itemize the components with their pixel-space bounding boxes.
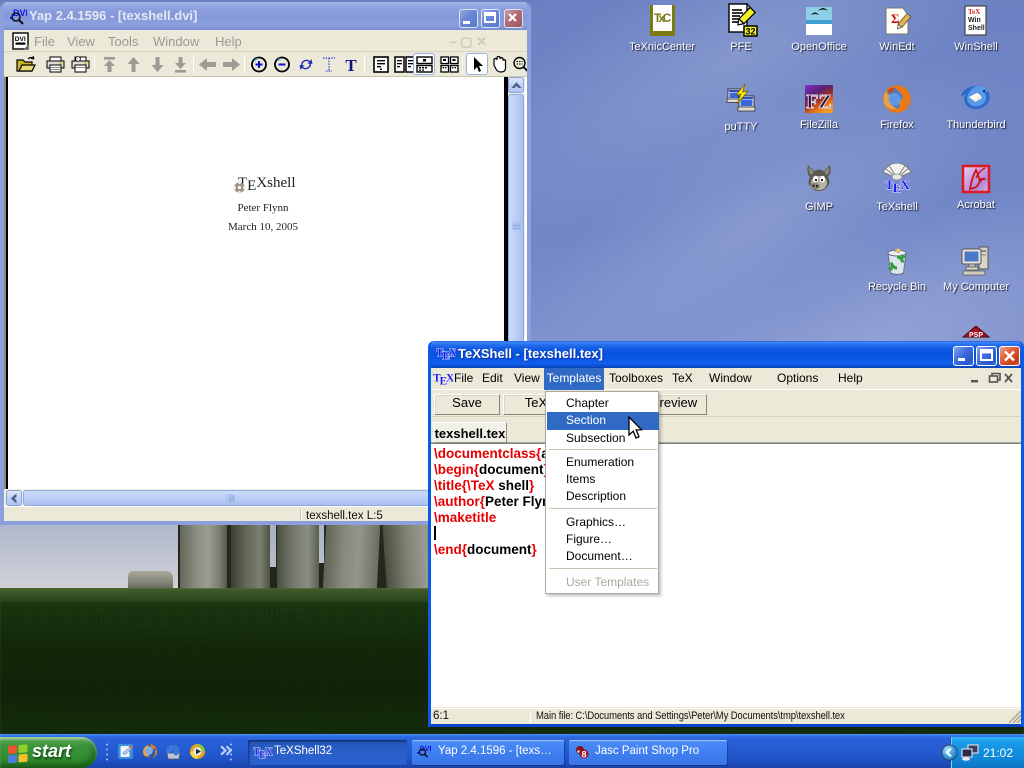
svg-text:8: 8 — [581, 750, 586, 760]
svg-text:TxC: TxC — [654, 13, 671, 25]
svg-text:PSP: PSP — [969, 332, 983, 339]
svg-text:Shell: Shell — [968, 25, 985, 32]
svg-text:Win: Win — [968, 17, 981, 24]
svg-text:TEX: TEX — [436, 348, 456, 363]
svg-text:T: T — [345, 56, 357, 73]
svg-text:FZ: FZ — [806, 91, 832, 113]
svg-text:TEX: TEX — [885, 177, 910, 195]
svg-text:TEX: TEX — [433, 373, 453, 388]
svg-text:DVI: DVI — [15, 36, 26, 43]
svg-text:TeX: TeX — [968, 8, 980, 16]
svg-text:TEX: TEX — [253, 746, 273, 760]
svg-text:32: 32 — [745, 27, 755, 37]
